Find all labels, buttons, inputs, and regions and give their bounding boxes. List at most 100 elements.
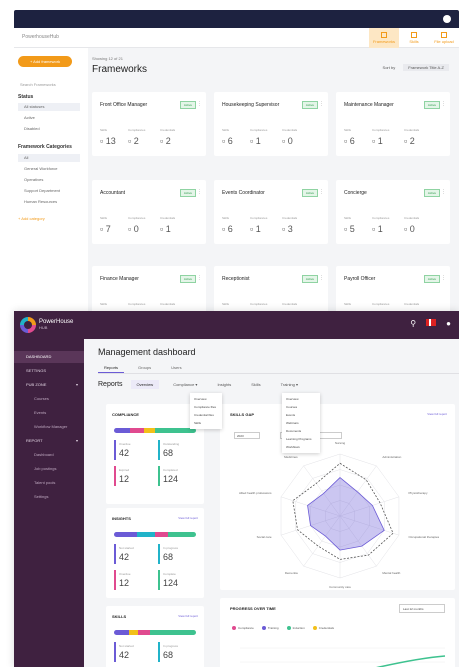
- search-icon[interactable]: ⚲: [410, 319, 416, 328]
- status-all[interactable]: All statuses: [18, 103, 80, 111]
- file-upload-action[interactable]: File upload: [429, 28, 459, 48]
- menu-item[interactable]: Compliance files: [190, 403, 222, 411]
- category-support[interactable]: Support Department: [24, 188, 60, 193]
- chip-compliance[interactable]: Compliance ▾: [167, 380, 203, 389]
- menu-item[interactable]: Overview: [190, 395, 222, 403]
- stat-icon: ▫: [282, 136, 286, 146]
- kebab-icon[interactable]: ⋮: [319, 275, 324, 281]
- profile-avatar[interactable]: [443, 15, 451, 23]
- sidebar-item[interactable]: REPORT ▾: [14, 435, 84, 447]
- stat-skills: ▫ 7: [100, 224, 111, 234]
- kebab-icon[interactable]: ⋮: [319, 189, 324, 195]
- stat-tile[interactable]: Overdue 42: [114, 440, 154, 460]
- reports-title: Reports: [98, 381, 123, 388]
- chip-insights[interactable]: Insights: [211, 380, 237, 389]
- frameworks-body: + Add framework Search Frameworks Status…: [14, 48, 459, 330]
- sidebar-item[interactable]: Dashboard: [14, 449, 84, 461]
- menu-item[interactable]: Events: [282, 411, 320, 419]
- user-icon[interactable]: ●: [446, 319, 451, 328]
- top-subbar: PowerhouseHub Frameworks Skills File upl…: [14, 28, 459, 48]
- stat-tile[interactable]: Overdue 12: [114, 570, 154, 590]
- stat-tile[interactable]: Complete 124: [158, 570, 198, 590]
- kebab-icon[interactable]: ⋮: [197, 101, 202, 107]
- menu-item[interactable]: Documents: [282, 427, 320, 435]
- add-category-link[interactable]: + Add category: [18, 216, 45, 221]
- powerhouse-logo[interactable]: PowerHouse HUB: [20, 315, 92, 335]
- radar-axis-label: Social care: [257, 535, 272, 539]
- search-frameworks-input[interactable]: Search Frameworks: [20, 82, 56, 87]
- menu-item[interactable]: Skills: [190, 419, 222, 427]
- chip-overview[interactable]: Overview: [130, 380, 160, 389]
- tab-reports[interactable]: Reports: [98, 363, 125, 373]
- sidebar-item[interactable]: Courses: [14, 393, 84, 405]
- tab-users[interactable]: Users: [165, 363, 187, 373]
- stat-label: Compliances: [128, 302, 146, 306]
- stat-tile[interactable]: Not started 42: [114, 642, 154, 662]
- menu-item[interactable]: Webinars: [282, 419, 320, 427]
- chip-skills[interactable]: Skills: [245, 380, 266, 389]
- sidebar-item[interactable]: PUB ZONE ▾: [14, 379, 84, 391]
- stat-label: Skills: [100, 128, 108, 132]
- sidebar-item[interactable]: Talent pools: [14, 477, 84, 489]
- kebab-icon[interactable]: ⋮: [197, 189, 202, 195]
- menu-item[interactable]: Learning Programs: [282, 435, 320, 443]
- stat-tile[interactable]: Not started 42: [114, 544, 154, 564]
- stat-icon: ▫: [282, 224, 286, 234]
- stat-tile[interactable]: Outstanding 68: [158, 440, 198, 460]
- framework-card[interactable]: Front Office Manager Active ⋮ Skills ▫ 13 C…: [92, 92, 206, 156]
- view-report-link[interactable]: View full report: [178, 516, 198, 520]
- sidebar-item-label: Courses: [34, 396, 49, 401]
- stat-icon: ▫: [222, 136, 226, 146]
- frameworks-action[interactable]: Frameworks: [369, 28, 399, 48]
- sort-value[interactable]: Framework Title A-Z: [403, 64, 449, 71]
- status-active[interactable]: Active: [24, 115, 35, 120]
- framework-card[interactable]: Maintenance Manager Active ⋮ Skills ▫ 6 Com…: [336, 92, 450, 156]
- category-hr[interactable]: Human Resources: [24, 199, 57, 204]
- tile-label: Overdue: [119, 572, 131, 576]
- kebab-icon[interactable]: ⋮: [197, 275, 202, 281]
- tile-value: 124: [163, 578, 179, 588]
- main-sidebar: DASHBOARD SETTINGS PUB ZONE ▾ Courses Events W…: [14, 339, 84, 667]
- stat-credentials: ▫ 1: [160, 224, 171, 234]
- stat-value: 3: [287, 224, 293, 234]
- category-all[interactable]: All: [18, 154, 80, 162]
- stat-tile[interactable]: Expired 12: [114, 466, 154, 486]
- menu-item[interactable]: Workflows: [282, 443, 320, 451]
- category-operatives[interactable]: Operatives: [24, 177, 43, 182]
- language-flag-icon[interactable]: [426, 319, 437, 326]
- category-general[interactable]: General Workforce: [24, 166, 58, 171]
- bar-segment: [155, 532, 168, 537]
- framework-card[interactable]: Accountant Active ⋮ Skills ▫ 7 Compliances ▫…: [92, 180, 206, 244]
- menu-item[interactable]: Courses: [282, 403, 320, 411]
- status-badge: Active: [179, 101, 196, 109]
- stat-skills: ▫ 6: [344, 136, 355, 146]
- kebab-icon[interactable]: ⋮: [441, 189, 446, 195]
- stat-tile[interactable]: In progress 68: [158, 642, 198, 662]
- sidebar-item[interactable]: Settings: [14, 491, 84, 503]
- sidebar-item[interactable]: Events: [14, 407, 84, 419]
- sort-control[interactable]: Sort by Framework Title A-Z: [383, 64, 449, 71]
- view-report-link[interactable]: View full report: [178, 614, 198, 618]
- sidebar-item[interactable]: Workflow Manager: [14, 421, 84, 433]
- chip-training[interactable]: Training ▾: [275, 380, 304, 389]
- card-title: INSIGHTS: [112, 516, 131, 521]
- menu-item[interactable]: Overview: [282, 395, 320, 403]
- stat-tile[interactable]: In progress 68: [158, 544, 198, 564]
- menu-item[interactable]: Credential files: [190, 411, 222, 419]
- kebab-icon[interactable]: ⋮: [319, 101, 324, 107]
- sidebar-item[interactable]: Job postings: [14, 463, 84, 475]
- tile-label: In progress: [163, 546, 179, 550]
- sidebar-item[interactable]: DASHBOARD: [14, 351, 84, 363]
- tabs-divider: [98, 373, 459, 374]
- add-framework-button[interactable]: + Add framework: [18, 56, 72, 67]
- framework-card[interactable]: Concierge Active ⋮ Skills ▫ 5 Compliances ▫ …: [336, 180, 450, 244]
- framework-card[interactable]: Events Coordinator Active ⋮ Skills ▫ 6 Comp…: [214, 180, 328, 244]
- kebab-icon[interactable]: ⋮: [441, 275, 446, 281]
- skills-action[interactable]: Skills: [399, 28, 429, 48]
- status-disabled[interactable]: Disabled: [24, 126, 40, 131]
- kebab-icon[interactable]: ⋮: [441, 101, 446, 107]
- tab-groups[interactable]: Groups: [132, 363, 157, 373]
- sidebar-item[interactable]: SETTINGS: [14, 365, 84, 377]
- framework-card[interactable]: Housekeeping Supervisor Active ⋮ Skills ▫ …: [214, 92, 328, 156]
- stat-tile[interactable]: Completed 124: [158, 466, 198, 486]
